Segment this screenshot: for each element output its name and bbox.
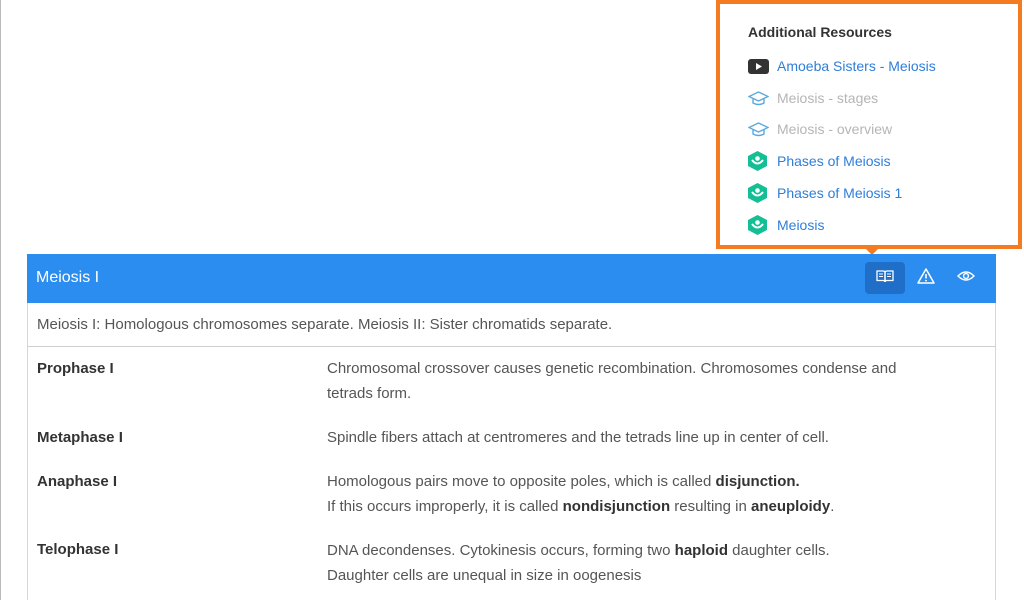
- summary-text: Meiosis I: Homologous chromosomes separa…: [37, 316, 613, 333]
- row-definition: DNA decondenses. Cytokinesis occurs, for…: [327, 538, 977, 588]
- resources-button[interactable]: [865, 262, 905, 294]
- warning-icon: [917, 267, 935, 289]
- resource-label: Meiosis - stages: [777, 90, 879, 106]
- resource-item-phases-of-meiosis-1[interactable]: Phases of Meiosis 1: [748, 183, 902, 203]
- graduation-cap-icon: [748, 88, 770, 108]
- row-definition: Homologous pairs move to opposite poles,…: [327, 469, 977, 519]
- row-definition: Chromosomal crossover causes genetic rec…: [327, 356, 977, 406]
- khan-academy-icon: [748, 215, 770, 235]
- row-term: Telophase I: [37, 541, 119, 558]
- resource-label: Meiosis - overview: [777, 121, 893, 137]
- definition-line: tetrads form.: [327, 385, 412, 402]
- definition-line: Spindle fibers attach at centromeres and…: [327, 429, 829, 446]
- popover-title: Additional Resources: [748, 24, 892, 40]
- resource-label: Meiosis: [777, 217, 825, 233]
- left-edge-rule: [0, 0, 1, 600]
- row-term: Metaphase I: [37, 429, 123, 446]
- definition-line: Chromosomal crossover causes genetic rec…: [327, 360, 897, 377]
- definition-line: Homologous pairs move to opposite poles,…: [327, 473, 800, 490]
- row-term: Prophase I: [37, 360, 114, 377]
- additional-resources-popover: Additional Resources Amoeba Sisters - Me…: [716, 0, 1022, 249]
- resource-item-meiosis-stages[interactable]: Meiosis - stages: [748, 88, 878, 108]
- eye-icon: [957, 269, 975, 287]
- resource-label: Amoeba Sisters - Meiosis: [777, 58, 936, 74]
- resource-item-meiosis[interactable]: Meiosis: [748, 215, 824, 235]
- resource-label: Phases of Meiosis 1: [777, 185, 903, 201]
- resource-item-phases-of-meiosis[interactable]: Phases of Meiosis: [748, 151, 891, 171]
- resource-item-amoeba-sisters[interactable]: Amoeba Sisters - Meiosis: [748, 56, 936, 76]
- graduation-cap-icon: [748, 119, 770, 139]
- card-header: Meiosis I: [27, 254, 996, 303]
- row-definition: Spindle fibers attach at centromeres and…: [327, 425, 977, 450]
- phases-table: Prophase I Chromosomal crossover causes …: [27, 347, 996, 600]
- card-title: Meiosis I: [36, 269, 100, 286]
- definition-line: DNA decondenses. Cytokinesis occurs, for…: [327, 542, 830, 559]
- resource-label: Phases of Meiosis: [777, 153, 891, 169]
- report-issue-button[interactable]: [906, 262, 946, 294]
- row-term: Anaphase I: [37, 473, 118, 490]
- resource-item-meiosis-overview[interactable]: Meiosis - overview: [748, 119, 892, 139]
- khan-academy-icon: [748, 151, 770, 171]
- definition-line: If this occurs improperly, it is called …: [327, 498, 835, 515]
- youtube-icon: [748, 56, 770, 76]
- definition-line: Daughter cells are unequal in size in oo…: [327, 567, 642, 584]
- khan-academy-icon: [748, 183, 770, 203]
- book-icon: [876, 269, 894, 288]
- card-summary: Meiosis I: Homologous chromosomes separa…: [27, 303, 996, 347]
- visibility-button[interactable]: [946, 262, 986, 294]
